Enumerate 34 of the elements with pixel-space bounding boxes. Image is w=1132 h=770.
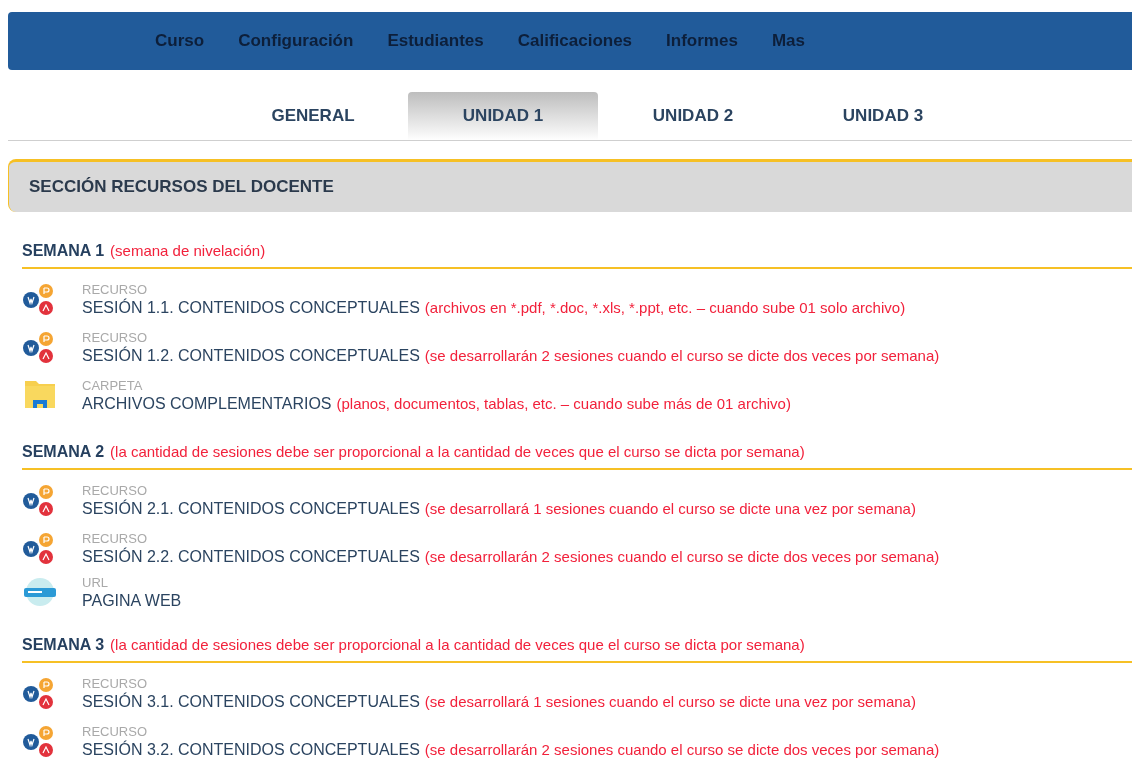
resource-note: (se desarrollará 1 sesiones cuando el curso se dicte una vez por semana): [424, 692, 916, 710]
week-note: (la cantidad de sesiones debe ser proporcional a la cantidad de veces que el curso se dicta por semana): [110, 443, 805, 460]
resource-note: (se desarrollarán 2 sesiones cuando el curso se dicte dos veces por semana): [424, 740, 940, 758]
resource-link[interactable]: SESIÓN 2.1. CONTENIDOS CONCEPTUALES: [82, 499, 420, 518]
week-title: SEMANA 2: [22, 443, 105, 461]
resource-link[interactable]: SESIÓN 1.2. CONTENIDOS CONCEPTUALES: [82, 346, 420, 365]
resource-link[interactable]: PAGINA WEB: [82, 591, 182, 610]
resource-note: (archivos en *.pdf, *.doc, *.xls, *.ppt, etc. – cuando sube 01 solo archivo): [424, 298, 906, 316]
unit-tab[interactable]: UNIDAD 1: [408, 92, 598, 140]
resource-link[interactable]: SESIÓN 1.1. CONTENIDOS CONCEPTUALES: [82, 298, 420, 317]
item-type-label: RECURSO: [82, 675, 148, 691]
item-type-label: RECURSO: [82, 723, 148, 739]
resource-note: (se desarrollarán 2 sesiones cuando el curso se dicte dos veces por semana): [424, 346, 940, 364]
week-title: SEMANA 3: [22, 636, 105, 654]
item-type-label: RECURSO: [82, 281, 148, 297]
week-note: (semana de nivelación): [110, 242, 266, 259]
week-note: (la cantidad de sesiones debe ser proporcional a la cantidad de veces que el curso se dicta por semana): [110, 636, 805, 653]
item-type-label: RECURSO: [82, 530, 148, 546]
section-header: SECCIÓN RECURSOS DEL DOCENTE: [8, 159, 1132, 212]
item-type-label: RECURSO: [82, 329, 148, 345]
resource-note: (se desarrollarán 2 sesiones cuando el curso se dicte dos veces por semana): [424, 547, 940, 565]
item-type-label: RECURSO: [82, 482, 148, 498]
week-title: SEMANA 1: [22, 242, 105, 260]
item-type-label: URL: [82, 574, 109, 590]
resource-note: (planos, documentos, tablas, etc. – cuando sube más de 01 archivo): [336, 394, 791, 412]
item-type-label: CARPETA: [82, 377, 144, 393]
resource-link[interactable]: ARCHIVOS COMPLEMENTARIOS: [82, 394, 332, 413]
resource-link[interactable]: SESIÓN 3.2. CONTENIDOS CONCEPTUALES: [82, 740, 420, 759]
resource-link[interactable]: SESIÓN 2.2. CONTENIDOS CONCEPTUALES: [82, 547, 420, 566]
unit-tab[interactable]: UNIDAD 2: [598, 92, 788, 140]
resource-note: (se desarrollará 1 sesiones cuando el curso se dicte una vez por semana): [424, 499, 916, 517]
unit-tab[interactable]: UNIDAD 3: [788, 92, 978, 140]
resource-link[interactable]: SESIÓN 3.1. CONTENIDOS CONCEPTUALES: [82, 692, 420, 711]
unit-tab[interactable]: GENERAL: [218, 92, 408, 140]
